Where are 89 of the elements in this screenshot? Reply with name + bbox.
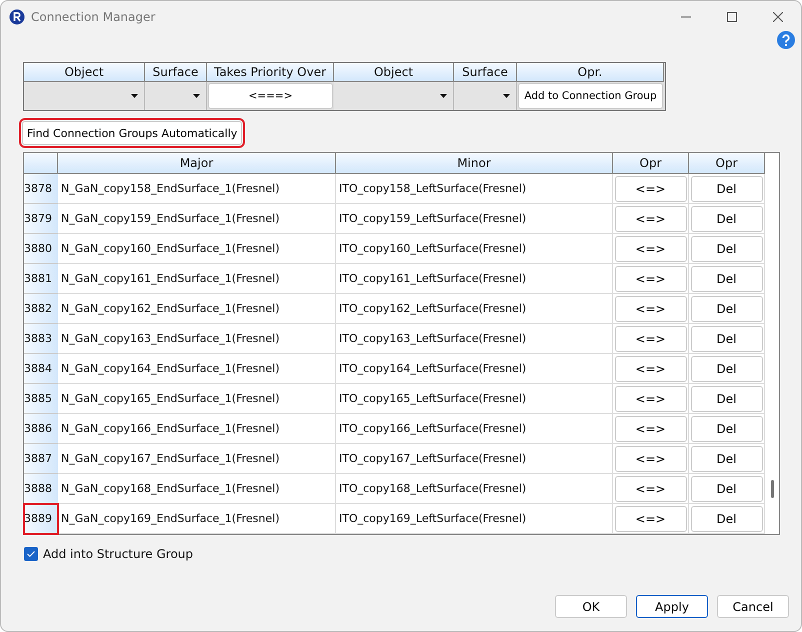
delete-button[interactable]: Del bbox=[690, 416, 762, 442]
table-cell: ITO_copy167_LeftSurface(Fresnel) bbox=[336, 444, 613, 474]
column-header: Object bbox=[334, 63, 454, 82]
delete-button[interactable]: Del bbox=[690, 386, 762, 412]
column-header: Minor bbox=[336, 153, 613, 174]
scrollbar-thumb[interactable] bbox=[770, 480, 774, 498]
table-cell: N_GaN_copy168_EndSurface_1(Fresnel) bbox=[58, 474, 336, 504]
table-cell: ITO_copy161_LeftSurface(Fresnel) bbox=[336, 264, 613, 294]
column-header: Opr. bbox=[517, 63, 664, 82]
column-header: Opr bbox=[689, 153, 765, 174]
dialog-button[interactable]: Cancel bbox=[717, 595, 789, 618]
close-icon bbox=[773, 12, 783, 22]
table-cell: N_GaN_copy165_EndSurface_1(Fresnel) bbox=[58, 384, 336, 414]
row-number: 3883 bbox=[24, 324, 58, 354]
row-number: 3878 bbox=[24, 174, 58, 204]
table-cell: N_GaN_copy158_EndSurface_1(Fresnel) bbox=[58, 174, 336, 204]
table-cell: N_GaN_copy159_EndSurface_1(Fresnel) bbox=[58, 204, 336, 234]
swap-button[interactable]: <=> bbox=[614, 206, 686, 232]
swap-button[interactable]: <=> bbox=[614, 176, 686, 202]
table-cell: ITO_copy165_LeftSurface(Fresnel) bbox=[336, 384, 613, 414]
swap-button[interactable]: <=> bbox=[614, 356, 686, 382]
column-header: Surface bbox=[145, 63, 207, 82]
row-number: 3882 bbox=[24, 294, 58, 324]
column-header: Major bbox=[58, 153, 336, 174]
dialog-button[interactable]: Apply bbox=[636, 595, 708, 618]
delete-button[interactable]: Del bbox=[690, 476, 762, 502]
table-cell: N_GaN_copy166_EndSurface_1(Fresnel) bbox=[58, 414, 336, 444]
column-header: Opr bbox=[613, 153, 689, 174]
column-header: Takes Priority Over bbox=[207, 63, 334, 82]
table-cell: N_GaN_copy167_EndSurface_1(Fresnel) bbox=[58, 444, 336, 474]
table-cell: ITO_copy163_LeftSurface(Fresnel) bbox=[336, 324, 613, 354]
row-number: 3889 bbox=[24, 504, 58, 534]
delete-button[interactable]: Del bbox=[690, 206, 762, 232]
caret-icon bbox=[440, 94, 447, 98]
app-logo-icon bbox=[9, 9, 25, 25]
maximize-icon bbox=[727, 12, 737, 22]
swap-button[interactable]: <=> bbox=[614, 236, 686, 262]
delete-button[interactable]: Del bbox=[690, 506, 762, 532]
checkbox[interactable] bbox=[24, 547, 38, 561]
column-header: Surface bbox=[454, 63, 517, 82]
swap-button[interactable]: <=> bbox=[614, 506, 686, 532]
caret-icon bbox=[503, 94, 510, 98]
delete-button[interactable]: Del bbox=[690, 266, 762, 292]
dialog-button[interactable]: OK bbox=[555, 595, 627, 618]
caret-icon bbox=[193, 94, 200, 98]
delete-button[interactable]: Del bbox=[690, 356, 762, 382]
table-cell: ITO_copy160_LeftSurface(Fresnel) bbox=[336, 234, 613, 264]
table-cell: ITO_copy166_LeftSurface(Fresnel) bbox=[336, 414, 613, 444]
help-icon[interactable] bbox=[777, 31, 795, 49]
swap-button[interactable]: <=> bbox=[614, 266, 686, 292]
table-cell: N_GaN_copy160_EndSurface_1(Fresnel) bbox=[58, 234, 336, 264]
row-number: 3881 bbox=[24, 264, 58, 294]
table-cell: ITO_copy162_LeftSurface(Fresnel) bbox=[336, 294, 613, 324]
table-cell: N_GaN_copy163_EndSurface_1(Fresnel) bbox=[58, 324, 336, 354]
delete-button[interactable]: Del bbox=[690, 176, 762, 202]
form-button[interactable]: <===> bbox=[208, 83, 333, 109]
row-number: 3885 bbox=[24, 384, 58, 414]
row-number: 3880 bbox=[24, 234, 58, 264]
table-cell: N_GaN_copy169_EndSurface_1(Fresnel) bbox=[58, 504, 336, 534]
swap-button[interactable]: <=> bbox=[614, 476, 686, 502]
table-cell: N_GaN_copy162_EndSurface_1(Fresnel) bbox=[58, 294, 336, 324]
find-groups-button[interactable]: Find Connection Groups Automatically bbox=[22, 121, 242, 145]
row-number: 3886 bbox=[24, 414, 58, 444]
window-title: Connection Manager bbox=[31, 10, 156, 24]
delete-button[interactable]: Del bbox=[690, 296, 762, 322]
table-cell: ITO_copy159_LeftSurface(Fresnel) bbox=[336, 204, 613, 234]
table-cell: N_GaN_copy164_EndSurface_1(Fresnel) bbox=[58, 354, 336, 384]
form-button[interactable]: Add to Connection Group bbox=[518, 83, 663, 109]
table-cell: ITO_copy168_LeftSurface(Fresnel) bbox=[336, 474, 613, 504]
delete-button[interactable]: Del bbox=[690, 446, 762, 472]
row-number: 3879 bbox=[24, 204, 58, 234]
table-cell: ITO_copy169_LeftSurface(Fresnel) bbox=[336, 504, 613, 534]
checkbox-label: Add into Structure Group bbox=[43, 547, 194, 561]
swap-button[interactable]: <=> bbox=[614, 386, 686, 412]
swap-button[interactable]: <=> bbox=[614, 416, 686, 442]
delete-button[interactable]: Del bbox=[690, 236, 762, 262]
row-number: 3887 bbox=[24, 444, 58, 474]
caret-icon bbox=[131, 94, 138, 98]
swap-button[interactable]: <=> bbox=[614, 296, 686, 322]
table-cell: N_GaN_copy161_EndSurface_1(Fresnel) bbox=[58, 264, 336, 294]
delete-button[interactable]: Del bbox=[690, 326, 762, 352]
swap-button[interactable]: <=> bbox=[614, 326, 686, 352]
table-cell: ITO_copy164_LeftSurface(Fresnel) bbox=[336, 354, 613, 384]
swap-button[interactable]: <=> bbox=[614, 446, 686, 472]
checkmark-icon bbox=[27, 551, 35, 557]
row-number: 3888 bbox=[24, 474, 58, 504]
row-number: 3884 bbox=[24, 354, 58, 384]
table-cell: ITO_copy158_LeftSurface(Fresnel) bbox=[336, 174, 613, 204]
column-header: Object bbox=[24, 63, 145, 82]
